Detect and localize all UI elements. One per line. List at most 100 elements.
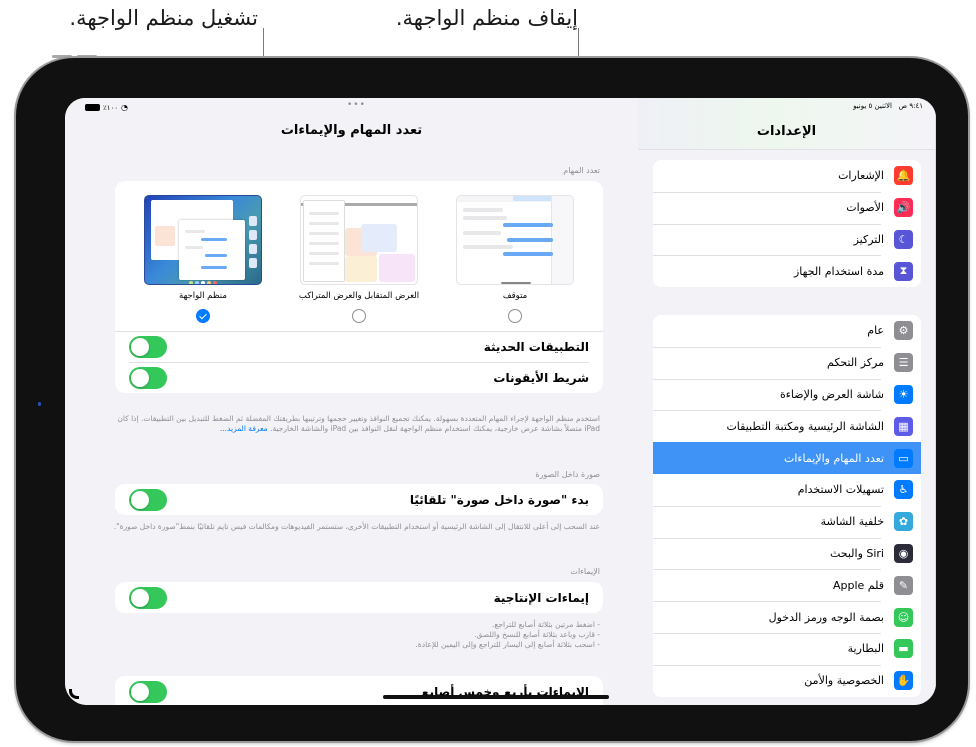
- status-date: الاثنين ٥ يونيو: [853, 102, 892, 110]
- stage-manager-thumbnail: [144, 195, 262, 285]
- hourglass-icon: ⧗: [894, 261, 913, 281]
- pencil-icon: ✎: [894, 575, 913, 595]
- radio-split-view[interactable]: [352, 309, 366, 323]
- recent-apps-toggle[interactable]: [129, 336, 167, 358]
- face-id-icon: ☺: [894, 607, 913, 627]
- sidebar-item[interactable]: ✋ الخصوصية والأمن: [653, 664, 921, 697]
- sidebar-item[interactable]: ♿ تسهيلات الاستخدام: [653, 474, 921, 506]
- sidebar-header: ٩:٤١ ص الاثنين ٥ يونيو الإعدادات: [638, 98, 935, 150]
- gesture-tip: - قارب وباعد بثلاثة أصابع للنسخ واللصق.: [474, 630, 600, 639]
- sidebar-group-2: ⚙ عام ☰ مركز التحكم ☀ شاشة العرض والإضاءة ▦ الش…: [653, 315, 921, 697]
- flower-icon: ✿: [894, 512, 913, 532]
- multitask-menu-icon[interactable]: •••: [347, 100, 366, 110]
- sidebar-item-label: مدة استخدام الجهاز: [794, 264, 884, 278]
- productivity-toggle[interactable]: [129, 586, 167, 609]
- sidebar-item-label: البطارية: [847, 642, 884, 656]
- gestures-footnote: - اضغط مرتين بثلاثة أصابع للتراجع. - قار…: [100, 620, 600, 650]
- toggle-row-productivity: إيماءات الإنتاجية: [115, 582, 603, 613]
- sidebar-item[interactable]: ▬ البطارية: [653, 632, 921, 665]
- sidebar-item[interactable]: ▭ تعدد المهام والإيماءات: [653, 442, 921, 474]
- callout-turn-off: إيقاف منظم الواجهة.: [395, 6, 578, 30]
- hand-icon: ✋: [894, 671, 913, 691]
- home-indicator[interactable]: [383, 695, 609, 699]
- option-stage-manager[interactable]: منظم الواجهة: [138, 195, 268, 323]
- toggle-row-recent-apps: التطبيقات الحديثة: [115, 331, 603, 362]
- app-grid-icon: ▦: [894, 416, 913, 436]
- four-five-group: الإيماءات بأربع وخمس أصابع: [115, 676, 603, 705]
- sidebar-item-label: التركيز: [853, 232, 884, 246]
- sidebar-item-label: الإشعارات: [838, 169, 884, 183]
- sidebar-item[interactable]: ☾ التركيز: [653, 223, 921, 256]
- multitasking-options: متوقف العرض المتقابل والعرض المتراكب منظ…: [115, 181, 603, 323]
- four-five-toggle[interactable]: [129, 680, 167, 703]
- section-label-gestures: الإيماءات: [570, 567, 600, 576]
- camera-icon: [38, 402, 41, 406]
- sidebar-item-label: خلفية الشاشة: [820, 515, 884, 529]
- sidebar-item[interactable]: ✿ خلفية الشاشة: [653, 505, 921, 538]
- accessibility-icon: ♿: [894, 480, 913, 500]
- sidebar-item[interactable]: ⧗ مدة استخدام الجهاز: [653, 255, 921, 287]
- sidebar-item[interactable]: ☰ مركز التحكم: [653, 346, 921, 379]
- dock-toggle[interactable]: [129, 366, 167, 389]
- sidebar-item[interactable]: ▦ الشاشة الرئيسية ومكتبة التطبيقات: [653, 410, 921, 442]
- page-title: تعدد المهام والإيماءات: [280, 123, 423, 138]
- status-bar-right: ٩:٤١ ص الاثنين ٥ يونيو: [853, 102, 923, 110]
- pip-group: بدء "صورة داخل صورة" تلقائيًا: [115, 484, 603, 515]
- sidebar-item-label: بصمة الوجه ورمز الدخول: [768, 610, 884, 624]
- sidebar-item-label: مركز التحكم: [827, 356, 884, 370]
- toggle-row-pip: بدء "صورة داخل صورة" تلقائيًا: [115, 484, 603, 515]
- toggle-row-four-five: الإيماءات بأربع وخمس أصابع: [115, 676, 603, 705]
- gesture-tip: - اضغط مرتين بثلاثة أصابع للتراجع.: [491, 620, 600, 629]
- speaker-icon: 🔊: [894, 198, 913, 218]
- sidebar-item[interactable]: 🔔 الإشعارات: [653, 160, 921, 192]
- status-bar-left: ٪١٠٠ ◔: [85, 103, 128, 112]
- sidebar-item-label: الأصوات: [846, 201, 884, 215]
- sidebar-item-label: عام: [867, 324, 884, 338]
- sidebar-item[interactable]: 🔊 الأصوات: [653, 191, 921, 224]
- status-time: ٩:٤١ ص: [898, 102, 923, 110]
- radio-stage-manager[interactable]: [196, 309, 210, 323]
- settings-sidebar: ٩:٤١ ص الاثنين ٥ يونيو الإعدادات 🔔 الإشعا…: [638, 98, 936, 705]
- section-label-pip: صورة داخل الصورة: [535, 470, 600, 479]
- dock-label: شريط الأيقونات: [493, 370, 589, 385]
- callout-turn-on: تشغيل منظم الواجهة.: [69, 6, 258, 30]
- sidebar-item-label: الخصوصية والأمن: [804, 674, 884, 688]
- sidebar-item-label: شاشة العرض والإضاءة: [779, 387, 884, 401]
- ipad-screen: ٪١٠٠ ◔ ••• تعدد المهام والإيماءات تعدد ا…: [65, 98, 936, 705]
- option-split-view[interactable]: العرض المتقابل والعرض المتراكب: [294, 195, 424, 323]
- gear-icon: ⚙: [894, 321, 913, 341]
- sidebar-item-label: تسهيلات الاستخدام: [797, 483, 884, 497]
- recent-apps-label: التطبيقات الحديثة: [483, 340, 589, 354]
- sidebar-item[interactable]: ☺ بصمة الوجه ورمز الدخول: [653, 601, 921, 633]
- option-off[interactable]: متوقف: [450, 195, 580, 323]
- split-view-thumbnail: [300, 195, 418, 285]
- section-label-multitasking: تعدد المهام: [563, 166, 600, 175]
- sidebar-item[interactable]: ✎ قلم Apple: [653, 569, 921, 601]
- multitasking-icon: ▭: [894, 448, 913, 468]
- toggle-row-dock: شريط الأيقونات: [115, 362, 603, 393]
- switches-icon: ☰: [894, 353, 913, 373]
- battery-icon: [85, 104, 100, 111]
- moon-icon: ☾: [894, 229, 913, 249]
- sidebar-item[interactable]: ⚙ عام: [653, 315, 921, 347]
- detail-pane: ٪١٠٠ ◔ ••• تعدد المهام والإيماءات تعدد ا…: [65, 98, 638, 705]
- pip-label: بدء "صورة داخل صورة" تلقائيًا: [409, 492, 589, 507]
- pip-footnote: عند السحب إلى أعلى للانتقال إلى الشاشة ا…: [113, 522, 600, 531]
- option-label: العرض المتقابل والعرض المتراكب: [298, 291, 420, 301]
- siri-icon: ◉: [894, 543, 913, 563]
- sidebar-item[interactable]: ☀ شاشة العرض والإضاءة: [653, 378, 921, 411]
- sun-icon: ☀: [894, 384, 913, 404]
- productivity-label: إيماءات الإنتاجية: [493, 590, 589, 605]
- wifi-icon: ◔: [121, 103, 129, 112]
- stage-manager-footnote: استخدم منظم الواجهة لإجراء المهام المتعد…: [100, 414, 600, 434]
- multitasking-group: متوقف العرض المتقابل والعرض المتراكب منظ…: [115, 181, 603, 393]
- sidebar-item-label: تعدد المهام والإيماءات: [783, 451, 884, 465]
- sidebar-item-label: الشاشة الرئيسية ومكتبة التطبيقات: [726, 419, 884, 433]
- radio-off[interactable]: [508, 309, 522, 323]
- sidebar-item[interactable]: ◉ Siri والبحث: [653, 537, 921, 570]
- sidebar-title: الإعدادات: [756, 124, 817, 139]
- corner-indicator: [69, 689, 79, 699]
- pip-toggle[interactable]: [129, 488, 167, 511]
- sidebar-item-label: قلم Apple: [832, 578, 884, 592]
- learn-more-link[interactable]: معرفة المزيد...: [220, 424, 268, 433]
